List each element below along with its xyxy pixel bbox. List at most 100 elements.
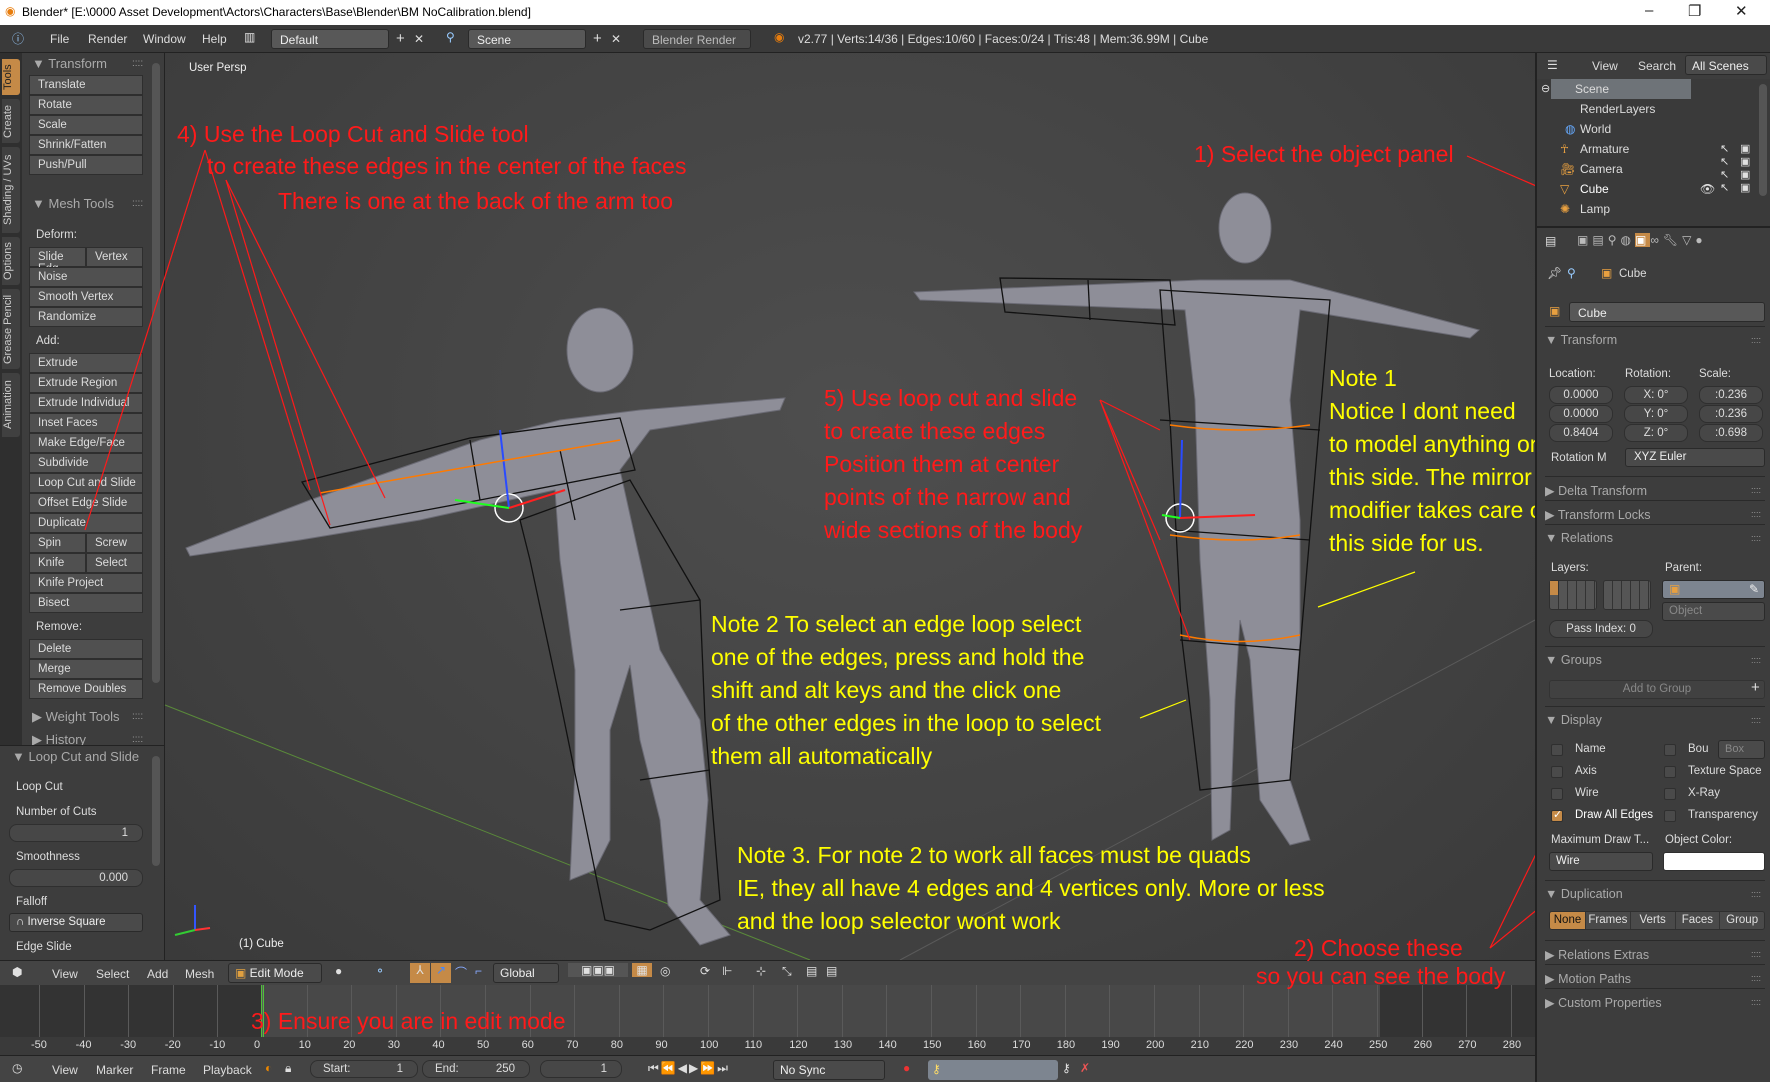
add-scene-button[interactable]: +: [593, 30, 602, 47]
proportional-edit-icon[interactable]: ◎: [660, 964, 670, 978]
lock-icon[interactable]: 🔒︎: [285, 1061, 291, 1076]
duplication-frames[interactable]: Frames: [1585, 912, 1630, 929]
mesh-tools-panel-header[interactable]: ▼ Mesh Tools::::: [32, 196, 143, 211]
mode-select[interactable]: ▣ Edit Mode: [228, 963, 322, 983]
falloff-select[interactable]: ∩ Inverse Square: [9, 913, 143, 932]
insert-keyframe-icon[interactable]: ⚷: [1062, 1061, 1071, 1075]
remove-doubles-button[interactable]: Remove Doubles: [29, 679, 143, 699]
delta-transform-panel-header[interactable]: ▶ Delta Transform::::: [1545, 476, 1765, 498]
max-draw-type-select[interactable]: Wire: [1549, 852, 1653, 871]
tab-tools[interactable]: Tools: [2, 59, 20, 95]
add-to-group-button[interactable]: Add to Group: [1549, 680, 1765, 699]
randomize-button[interactable]: Randomize: [29, 307, 143, 327]
outliner-scrollbar[interactable]: [1759, 84, 1767, 196]
maximize-button[interactable]: ❐: [1688, 2, 1701, 20]
custom-properties-panel-header[interactable]: ▶ Custom Properties::::: [1545, 988, 1765, 1010]
scene-icon[interactable]: ⚲: [446, 30, 455, 44]
make-edge-face-button[interactable]: Make Edge/Face: [29, 433, 143, 453]
minimize-button[interactable]: –: [1645, 2, 1653, 19]
menu-add[interactable]: Add: [147, 967, 168, 981]
menu-view[interactable]: View: [52, 967, 78, 981]
location-y-field[interactable]: 0.0000: [1549, 405, 1613, 423]
merge-button[interactable]: Merge: [29, 659, 143, 679]
selectable-cursor-icons[interactable]: ↖ ↖ ↖ ↖: [1720, 142, 1729, 194]
record-button[interactable]: ●: [903, 1061, 910, 1075]
layers-grid-2[interactable]: [1603, 580, 1651, 610]
scale-manipulator-icon[interactable]: ⌐: [475, 964, 482, 978]
outliner-item-world[interactable]: World: [1537, 119, 1692, 139]
duplication-none[interactable]: None: [1550, 912, 1585, 929]
drag-handle-icon[interactable]: ::::: [132, 198, 143, 209]
menu-marker[interactable]: Marker: [96, 1063, 133, 1077]
add-layout-button[interactable]: +: [396, 30, 405, 47]
inset-faces-button[interactable]: Inset Faces: [29, 413, 143, 433]
weight-tools-panel-header[interactable]: ▶ Weight Tools::::: [32, 709, 143, 725]
pivot-point-icon[interactable]: ⚬: [375, 964, 385, 978]
translate-manipulator-icon[interactable]: ↗: [431, 963, 451, 983]
anim-render-icon[interactable]: ▤: [826, 964, 837, 978]
menu-help[interactable]: Help: [202, 32, 227, 46]
outliner-menu-view[interactable]: View: [1592, 59, 1618, 73]
snap-target-icon[interactable]: ⊹: [756, 964, 766, 978]
manipulator-toggle-icon[interactable]: ⅄: [410, 963, 430, 983]
smoothness-field[interactable]: 0.000: [9, 869, 143, 887]
groups-panel-header[interactable]: ▼ Groups::::: [1545, 646, 1765, 667]
tab-options[interactable]: Options: [2, 237, 20, 285]
delete-keyframe-icon[interactable]: ✗: [1080, 1061, 1090, 1075]
extrude-region-button[interactable]: Extrude Region: [29, 373, 143, 393]
duplication-verts[interactable]: Verts: [1629, 912, 1675, 929]
transparency-checkbox[interactable]: [1664, 810, 1676, 822]
rotation-mode-select[interactable]: XYZ Euler: [1625, 448, 1765, 467]
smooth-vertex-button[interactable]: Smooth Vertex: [29, 287, 143, 307]
remove-scene-button[interactable]: ✕: [611, 32, 621, 46]
bisect-button[interactable]: Bisect: [29, 593, 143, 613]
transform-panel-header[interactable]: ▼ Transform::::: [32, 56, 143, 71]
outliner-item-scene[interactable]: Scene: [1551, 79, 1691, 99]
sync-mode-select[interactable]: No Sync: [773, 1060, 885, 1080]
timeline-ruler[interactable]: [0, 1037, 1535, 1055]
menu-frame[interactable]: Frame: [151, 1063, 186, 1077]
transform-orientation-select[interactable]: Global: [493, 963, 559, 983]
scale-y-field[interactable]: :0.236: [1699, 405, 1763, 423]
remove-layout-button[interactable]: ✕: [414, 32, 424, 46]
keying-icon[interactable]: ◐: [265, 1061, 272, 1075]
tab-create[interactable]: Create: [2, 99, 20, 143]
pin-icon[interactable]: 📌︎: [1547, 266, 1562, 280]
motion-paths-panel-header[interactable]: ▶ Motion Paths::::: [1545, 964, 1765, 986]
rotate-button[interactable]: Rotate: [29, 95, 143, 115]
snap-element-icon[interactable]: ⊩: [722, 964, 732, 978]
visibility-eye-icon[interactable]: 👁︎: [1700, 182, 1715, 196]
screen-layout-field[interactable]: Default: [271, 29, 389, 49]
tab-animation[interactable]: Animation: [2, 373, 20, 437]
pass-index-field[interactable]: Pass Index: 0: [1549, 620, 1653, 638]
menu-select[interactable]: Select: [96, 967, 129, 981]
keying-set-field[interactable]: ⚷: [928, 1060, 1058, 1080]
wire-checkbox[interactable]: [1551, 788, 1563, 800]
parent-field[interactable]: ▣ ✎: [1662, 580, 1765, 599]
menu-playback[interactable]: Playback: [203, 1063, 252, 1077]
menu-window[interactable]: Window: [143, 32, 186, 46]
eyedropper-icon[interactable]: ✎: [1749, 582, 1759, 596]
bounds-type-select[interactable]: Box: [1718, 740, 1765, 759]
menu-file[interactable]: File: [50, 32, 69, 46]
object-color-swatch[interactable]: [1663, 852, 1765, 871]
outliner-editor-icon[interactable]: ☰: [1547, 58, 1558, 72]
location-x-field[interactable]: 0.0000: [1549, 386, 1613, 404]
relations-extras-panel-header[interactable]: ▶ Relations Extras::::: [1545, 940, 1765, 962]
parent-type-select[interactable]: Object: [1662, 602, 1765, 621]
renderable-camera-icons[interactable]: ▣ ▣ ▣ ▣: [1740, 142, 1750, 194]
duplication-group[interactable]: Group: [1719, 912, 1764, 929]
menu-mesh[interactable]: Mesh: [185, 967, 214, 981]
scale-z-field[interactable]: :0.698: [1699, 424, 1763, 442]
axis-checkbox[interactable]: [1551, 766, 1563, 778]
relations-panel-header[interactable]: ▼ Relations::::: [1545, 524, 1765, 545]
slide-edge-button[interactable]: Slide Edg: [29, 247, 86, 275]
operator-scrollbar[interactable]: [152, 756, 160, 866]
draw-all-edges-checkbox[interactable]: ✓: [1551, 809, 1563, 822]
shrink-fatten-button[interactable]: Shrink/Fatten: [29, 135, 143, 155]
xray-checkbox[interactable]: [1664, 788, 1676, 800]
drag-handle-icon[interactable]: ::::: [132, 734, 143, 745]
tab-shading-uvs[interactable]: Shading / UVs: [2, 147, 20, 233]
screen-layout-icon[interactable]: ▥: [244, 30, 255, 44]
rotation-y-field[interactable]: Y: 0°: [1624, 405, 1688, 423]
